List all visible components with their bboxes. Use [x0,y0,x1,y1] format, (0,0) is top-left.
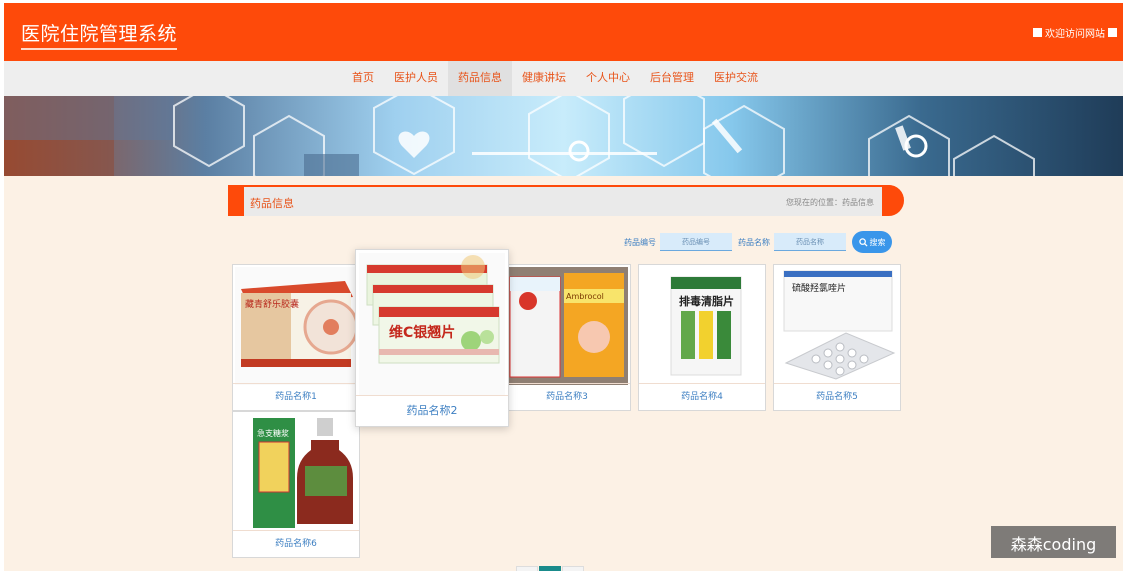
box-text: Ambrocol [566,292,604,301]
site-header: 医院住院管理系统 欢迎访问网站 [4,3,1123,61]
welcome-banner: 欢迎访问网站 [1033,25,1117,40]
box-text: 排毒清脂片 [679,294,734,308]
breadcrumb-bar: 药品信息 您现在的位置：药品信息 [228,185,904,216]
main-nav: 首页 医护人员 药品信息 健康讲坛 个人中心 后台管理 医护交流 [4,61,1123,96]
product-card[interactable]: 硫酸羟氯喹片 药品名称5 [773,264,901,411]
watermark: 森森coding [991,526,1116,558]
page-button-current[interactable] [539,566,561,571]
search-button-label: 搜索 [869,237,886,247]
product-name[interactable]: 药品名称2 [356,395,508,426]
box-text: 急支糖浆 [257,428,289,438]
medicine-box-image: 维C银翘片 [359,253,505,395]
product-card[interactable]: 排毒清脂片 药品名称4 [638,264,766,411]
square-icon [1108,28,1117,37]
search-form: 药品编号 药品编号 药品名称 药品名称 搜索 [624,231,892,253]
name-label: 药品名称 [738,237,770,247]
medicine-code-input[interactable]: 药品编号 [660,233,732,251]
nav-item-home[interactable]: 首页 [342,61,384,96]
nav-item-communication[interactable]: 医护交流 [704,61,768,96]
product-name[interactable]: 药品名称4 [639,383,765,410]
medicine-box-image: Ambrocol [506,267,628,385]
breadcrumb-accent-left [228,185,244,216]
page-button-prev[interactable] [516,566,538,571]
nav-item-medicine[interactable]: 药品信息 [448,61,512,96]
hero-banner [4,96,1123,176]
search-button[interactable]: 搜索 [852,231,892,253]
pagination [516,566,585,571]
page-button-next[interactable] [562,566,584,571]
site-title[interactable]: 医院住院管理系统 [21,19,178,50]
product-card[interactable]: 急支糖浆 药品名称6 [232,411,360,558]
page: 医院住院管理系统 欢迎访问网站 首页 医护人员 药品信息 健康讲坛 个人中心 后… [0,0,1126,571]
welcome-text: 欢迎访问网站 [1045,29,1105,40]
product-card[interactable]: Ambrocol 药品名称3 [503,264,631,411]
box-text: 藏青舒乐胶囊 [245,298,299,310]
search-icon [858,237,868,247]
nav-item-staff[interactable]: 医护人员 [384,61,448,96]
breadcrumb: 您现在的位置：药品信息 [786,198,874,207]
medicine-box-image: 硫酸羟氯喹片 [776,267,898,385]
product-name[interactable]: 药品名称5 [774,383,900,410]
box-text: 维C银翘片 [389,324,455,341]
medicine-name-input[interactable]: 药品名称 [774,233,846,251]
product-name[interactable]: 药品名称3 [504,383,630,410]
cursor-highlight [461,255,485,279]
medical-hexagon-banner-image [4,96,1035,176]
nav-item-health-forum[interactable]: 健康讲坛 [512,61,576,96]
medicine-box-image: 排毒清脂片 [641,267,763,385]
nav-item-profile[interactable]: 个人中心 [576,61,640,96]
medicine-box-image: 藏青舒乐胶囊 [235,267,357,385]
product-name[interactable]: 药品名称6 [233,530,359,557]
box-text: 硫酸羟氯喹片 [792,282,846,294]
medicine-bottle-image: 急支糖浆 [235,414,357,532]
nav-item-admin[interactable]: 后台管理 [640,61,704,96]
product-card-hovered[interactable]: 维C银翘片 药品名称2 [355,249,509,427]
square-icon [1033,28,1042,37]
product-name[interactable]: 药品名称1 [233,383,359,410]
product-card[interactable]: 藏青舒乐胶囊 药品名称1 [232,264,360,411]
code-label: 药品编号 [624,237,656,247]
section-title: 药品信息 [250,197,294,210]
